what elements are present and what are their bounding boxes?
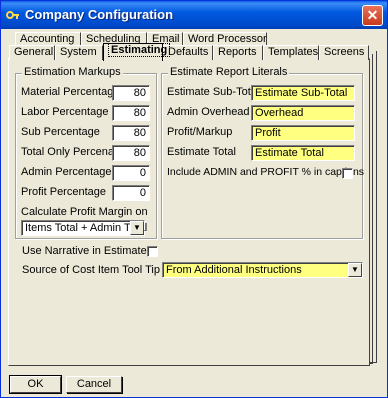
material-percentage-input[interactable]: 80 (112, 85, 150, 101)
total-only-percentage-label: Total Only Percenage (21, 146, 127, 158)
admin-overhead-input[interactable]: Overhead (251, 105, 355, 121)
tooltip-source-label: Source of Cost Item Tool Tip Text (22, 264, 184, 276)
estimate-subtotal-input[interactable]: Estimate Sub-Total (251, 85, 355, 101)
profit-margin-select[interactable]: Items Total + Admin Total ▼ (21, 220, 148, 236)
labor-percentage-input[interactable]: 80 (112, 105, 150, 121)
admin-overhead-label: Admin Overhead (167, 106, 250, 118)
ok-button[interactable]: OK (9, 375, 62, 394)
profit-markup-label: Profit/Markup (167, 126, 233, 138)
total-only-percentage-input[interactable]: 80 (112, 145, 150, 161)
admin-percentage-label: Admin Percentage (21, 166, 112, 178)
profit-margin-value: Items Total + Admin Total (25, 222, 148, 234)
sub-percentage-label: Sub Percentage (21, 126, 100, 138)
profit-margin-label: Calculate Profit Margin on (21, 206, 148, 218)
estimate-subtotal-label: Estimate Sub-Total (167, 86, 260, 98)
tooltip-source-value: From Additional Instructions (166, 264, 302, 276)
estimating-panel: Estimation Markups Material Percentage 8… (8, 58, 370, 366)
tab-screens[interactable]: Screens (319, 45, 369, 60)
tab-templates[interactable]: Templates (263, 45, 319, 60)
profit-percentage-label: Profit Percentage (21, 186, 106, 198)
tab-row-front: General System Estimating Defaults Repor… (9, 43, 369, 61)
company-configuration-window: Company Configuration ✕ Accounting Sched… (0, 0, 388, 398)
title-bar[interactable]: Company Configuration ✕ (1, 1, 387, 29)
tab-estimating[interactable]: Estimating (103, 43, 171, 61)
material-percentage-label: Material Percentage (21, 86, 120, 98)
sub-percentage-input[interactable]: 80 (112, 125, 150, 141)
estimate-report-literals-group: Estimate Report Literals Estimate Sub-To… (161, 66, 365, 239)
close-icon: ✕ (366, 7, 379, 23)
tab-reports[interactable]: Reports (213, 45, 263, 60)
estimation-markups-legend: Estimation Markups (22, 66, 123, 78)
estimate-report-literals-legend: Estimate Report Literals (168, 66, 290, 78)
estimation-markups-group: Estimation Markups Material Percentage 8… (15, 66, 157, 239)
tab-general[interactable]: General (9, 45, 55, 60)
tooltip-source-select[interactable]: From Additional Instructions ▼ (162, 262, 363, 278)
include-admin-profit-checkbox[interactable] (342, 168, 353, 179)
tab-defaults[interactable]: Defaults (163, 45, 213, 60)
use-narrative-checkbox[interactable] (147, 246, 158, 257)
estimate-total-label: Estimate Total (167, 146, 236, 158)
chevron-down-icon[interactable]: ▼ (348, 263, 362, 277)
chevron-down-icon[interactable]: ▼ (130, 221, 144, 235)
labor-percentage-label: Labor Percentage (21, 106, 109, 118)
estimate-total-input[interactable]: Estimate Total (251, 145, 355, 161)
key-icon (6, 11, 19, 19)
include-admin-profit-label: Include ADMIN and PROFIT % in captions (167, 166, 365, 178)
window-title: Company Configuration (25, 7, 174, 22)
profit-markup-input[interactable]: Profit (251, 125, 355, 141)
close-button[interactable]: ✕ (362, 5, 383, 26)
cancel-button[interactable]: Cancel (66, 376, 122, 393)
admin-percentage-input[interactable]: 0 (112, 165, 150, 181)
profit-percentage-input[interactable]: 0 (112, 185, 150, 201)
tab-system[interactable]: System (55, 45, 103, 60)
use-narrative-label: Use Narrative in Estimates (22, 245, 153, 257)
